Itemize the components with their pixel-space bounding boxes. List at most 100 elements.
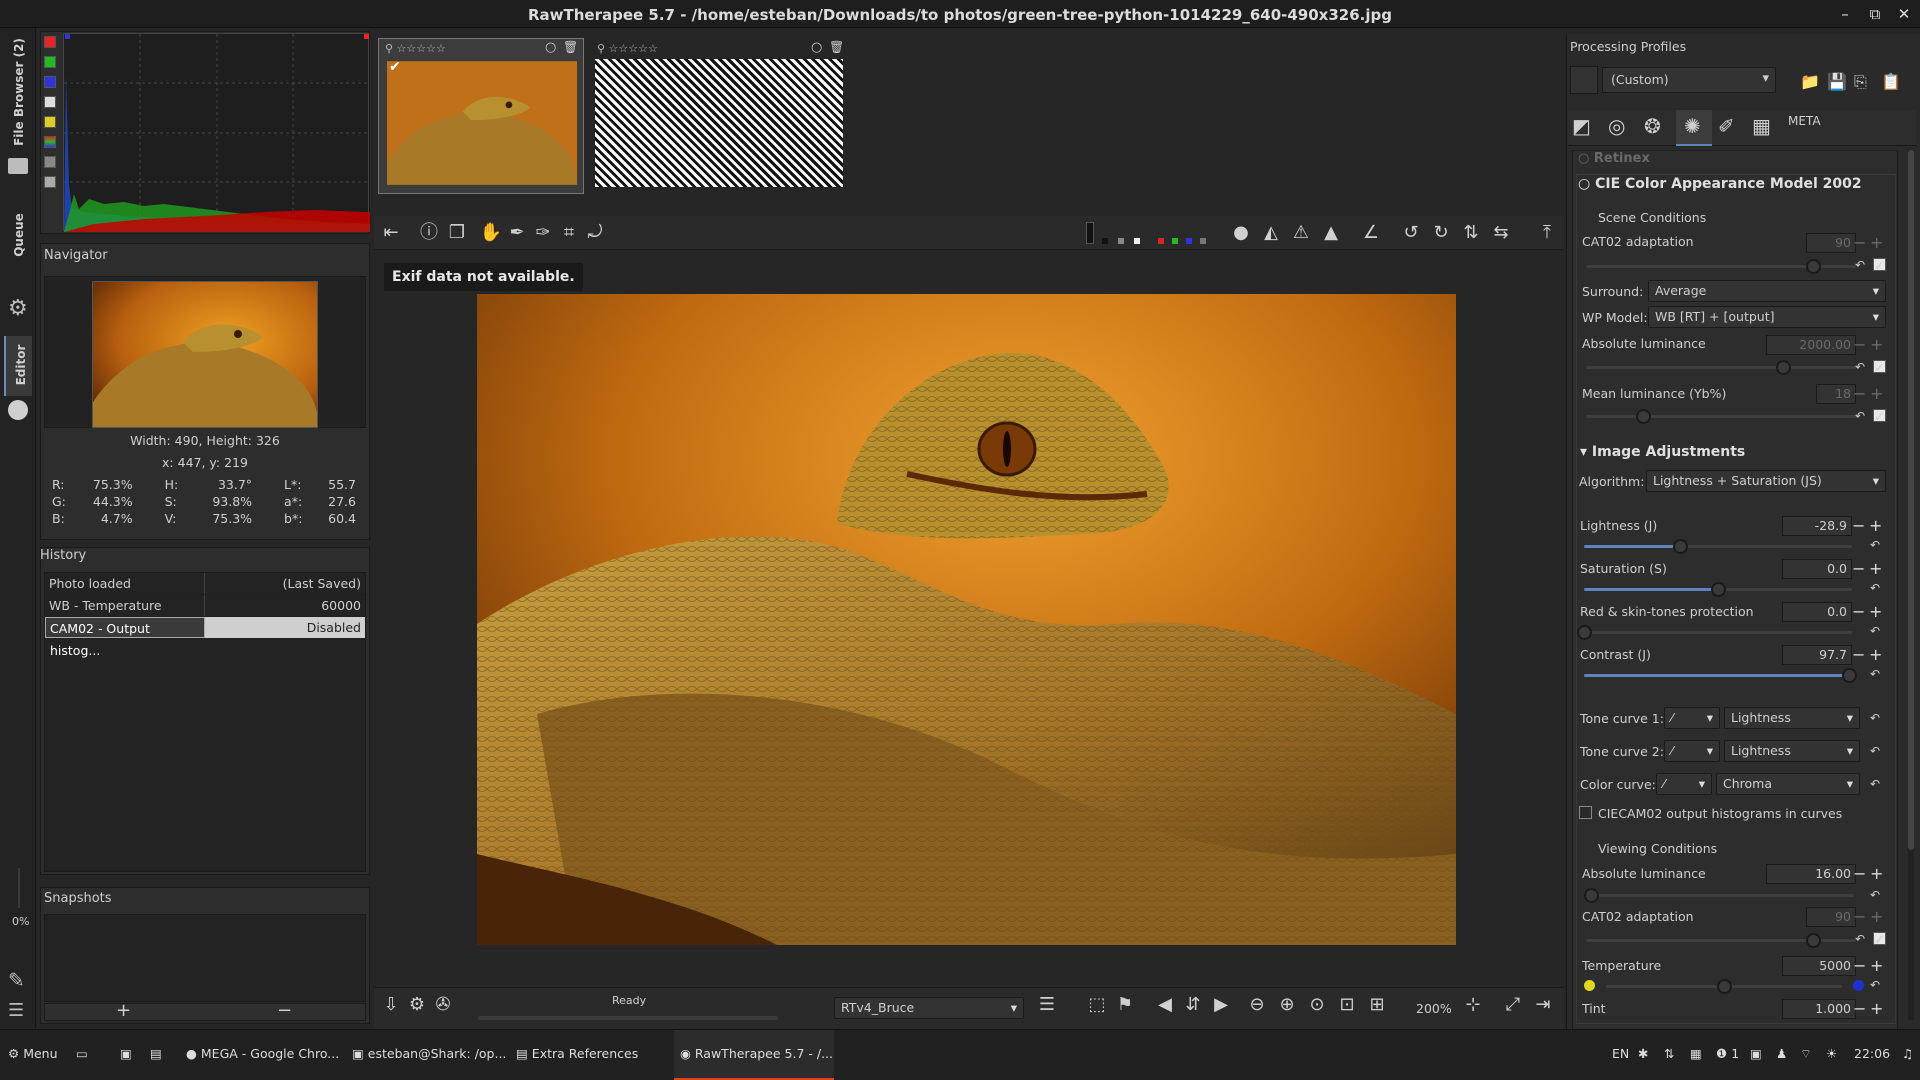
color-picker-icon[interactable]: ✑ <box>530 220 556 246</box>
reset-icon[interactable]: ↶ <box>1870 978 1880 992</box>
transform-tab-icon[interactable]: ✐ <box>1718 114 1735 138</box>
green-channel-toggle[interactable] <box>44 56 56 68</box>
hide-top-panel-icon[interactable]: ⤒ <box>1534 220 1560 246</box>
viewing-cat02-value[interactable]: 90 <box>1806 907 1856 927</box>
history-row[interactable]: WB - Temperature 60000 <box>45 595 365 617</box>
scene-cat02-slider[interactable] <box>1586 259 1856 274</box>
decrement-button[interactable]: − <box>1852 518 1865 534</box>
processing-profile-select[interactable]: (Custom) ▾ <box>1602 67 1776 93</box>
scene-cat02-value[interactable]: 90 <box>1806 233 1856 253</box>
increment-button[interactable]: + <box>1870 1001 1883 1017</box>
reset-icon[interactable]: ↶ <box>1855 932 1865 946</box>
reset-icon[interactable]: ↶ <box>1855 258 1865 272</box>
history-row[interactable]: Photo loaded (Last Saved) <box>45 573 365 595</box>
thumbnail-card-selected[interactable]: ⚲ ☆☆☆☆☆ ○ 🗑 ✔ <box>378 38 584 194</box>
reset-icon[interactable]: ↶ <box>1870 888 1880 902</box>
new-detail-window-icon[interactable]: ⊹ <box>1460 992 1486 1018</box>
next-image-icon[interactable]: ▶ <box>1208 992 1234 1018</box>
contrast-slider[interactable] <box>1584 668 1858 683</box>
mean-luminance-value[interactable]: 18 <box>1816 384 1856 404</box>
open-profile-icon[interactable]: 📁 <box>1800 72 1820 91</box>
increment-button[interactable]: + <box>1870 866 1883 882</box>
viewing-abs-luminance-slider[interactable] <box>1584 888 1854 903</box>
zoom-fit-icon[interactable]: ⊡ <box>1334 992 1360 1018</box>
red-channel-toggle[interactable] <box>44 36 56 48</box>
surround-select[interactable]: Average <box>1648 280 1886 302</box>
sliders-icon[interactable]: ☰ <box>8 1000 24 1021</box>
reset-icon[interactable]: ↶ <box>1870 777 1880 791</box>
reset-icon[interactable]: ↶ <box>1855 360 1865 374</box>
raw-toggle[interactable] <box>44 136 56 148</box>
algorithm-select[interactable]: Lightness + Saturation (JS) <box>1646 470 1886 492</box>
zoom-fit-crop-icon[interactable]: ⊞ <box>1364 992 1390 1018</box>
tone-curve-1-type-select[interactable]: ⁄ <box>1664 707 1720 729</box>
decrement-button[interactable]: − <box>1852 561 1865 577</box>
bluetooth-icon[interactable]: ✱ <box>1638 1046 1648 1061</box>
tone-curve-1-mode-select[interactable]: Lightness <box>1724 707 1860 729</box>
profile-list-icon[interactable] <box>1570 66 1598 94</box>
wp-model-select[interactable]: WB [RT] + [output] <box>1648 306 1886 328</box>
scrollbar[interactable] <box>1908 150 1914 1020</box>
increment-button[interactable]: + <box>1869 561 1882 577</box>
softproof-icon[interactable]: ⬚ <box>1084 992 1110 1018</box>
taskbar-item-files[interactable]: ▤ Extra References <box>516 1046 638 1061</box>
chroma-toggle[interactable] <box>44 116 56 128</box>
taskbar-item-chrome[interactable]: ● MEGA - Google Chro... <box>186 1046 339 1061</box>
bg-black-toggle[interactable] <box>1102 238 1108 244</box>
bg-white-toggle[interactable] <box>1134 238 1140 244</box>
raw-tab-icon[interactable]: ▦ <box>1752 114 1771 138</box>
increment-button[interactable]: + <box>1869 647 1882 663</box>
decrement-button[interactable]: − <box>1853 337 1866 353</box>
zoom-slider[interactable] <box>18 868 20 908</box>
decrement-button[interactable]: − <box>1853 958 1866 974</box>
tab-queue[interactable]: Queue <box>4 198 32 278</box>
rotate-right-icon[interactable]: ↻ <box>1428 220 1454 246</box>
intent-icon[interactable]: ☰ <box>1034 992 1060 1018</box>
tab-file-browser[interactable]: File Browser (2) <box>4 38 32 150</box>
cie-header[interactable]: ○ CIE Color Appearance Model 2002 <box>1578 176 1862 192</box>
output-profile-select[interactable]: RTv4_Bruce <box>834 997 1024 1019</box>
increment-button[interactable]: + <box>1869 518 1882 534</box>
mode-toggle[interactable] <box>44 176 56 188</box>
decrement-button[interactable]: − <box>1853 386 1866 402</box>
decrement-button[interactable]: − <box>1853 866 1866 882</box>
close-button[interactable]: ✕ <box>1893 3 1915 25</box>
red-channel-preview[interactable] <box>1158 238 1164 244</box>
flip-horizontal-icon[interactable]: ⇆ <box>1488 220 1514 246</box>
network-icon[interactable]: ⇅ <box>1664 1046 1674 1061</box>
trash-icon[interactable]: 🗑 <box>829 40 844 54</box>
red-skin-protection-slider[interactable] <box>1577 625 1852 640</box>
perspective-icon[interactable]: ∠ <box>1358 220 1384 246</box>
temperature-slider[interactable] <box>1606 979 1842 994</box>
info-icon[interactable]: ⓘ <box>416 220 442 246</box>
increment-button[interactable]: + <box>1870 958 1883 974</box>
clipboard-icon[interactable]: ▦ <box>1690 1046 1702 1061</box>
rating-stars[interactable]: ⚲ ☆☆☆☆☆ <box>597 42 658 55</box>
increment-button[interactable]: + <box>1869 604 1882 620</box>
external-editor-icon[interactable]: ✇ <box>430 992 456 1018</box>
tone-curve-2-mode-select[interactable]: Lightness <box>1724 740 1860 762</box>
shadow-clip-icon[interactable]: ⚠ <box>1288 220 1314 246</box>
start-menu-button[interactable]: ⚙ Menu <box>8 1046 58 1061</box>
increment-button[interactable]: + <box>1870 235 1883 251</box>
queue-icon[interactable]: ⚙ <box>404 992 430 1018</box>
maximize-button[interactable]: ⧉ <box>1864 3 1886 25</box>
mean-luminance-slider[interactable] <box>1586 409 1856 424</box>
hide-right-panel-icon[interactable]: ⇥ <box>1530 992 1556 1018</box>
decrement-button[interactable]: − <box>1853 235 1866 251</box>
minimize-button[interactable]: – <box>1834 3 1856 25</box>
taskbar-item-rawtherapee[interactable]: ◉ RawTherapee 5.7 - /... <box>674 1030 834 1080</box>
crop-icon[interactable]: ⌗ <box>556 220 582 246</box>
lightness-value[interactable]: -28.9 <box>1782 516 1852 536</box>
color-tab-icon[interactable]: ❂ <box>1644 114 1661 138</box>
rating-stars[interactable]: ⚲ ☆☆☆☆☆ <box>385 42 446 55</box>
reset-icon[interactable]: ↶ <box>1870 744 1880 758</box>
remove-snapshot-button[interactable]: − <box>277 1000 292 1021</box>
reset-icon[interactable]: ↶ <box>1870 667 1880 681</box>
hand-tool-icon[interactable]: ✋ <box>478 220 504 246</box>
reset-icon[interactable]: ↶ <box>1855 409 1865 423</box>
keyboard-layout[interactable]: EN <box>1612 1046 1629 1061</box>
thumbnail-card[interactable]: ⚲ ☆☆☆☆☆ ○ 🗑 <box>590 38 848 194</box>
navigator-thumbnail[interactable] <box>92 281 318 428</box>
meta-tab-icon[interactable]: META <box>1788 114 1821 128</box>
